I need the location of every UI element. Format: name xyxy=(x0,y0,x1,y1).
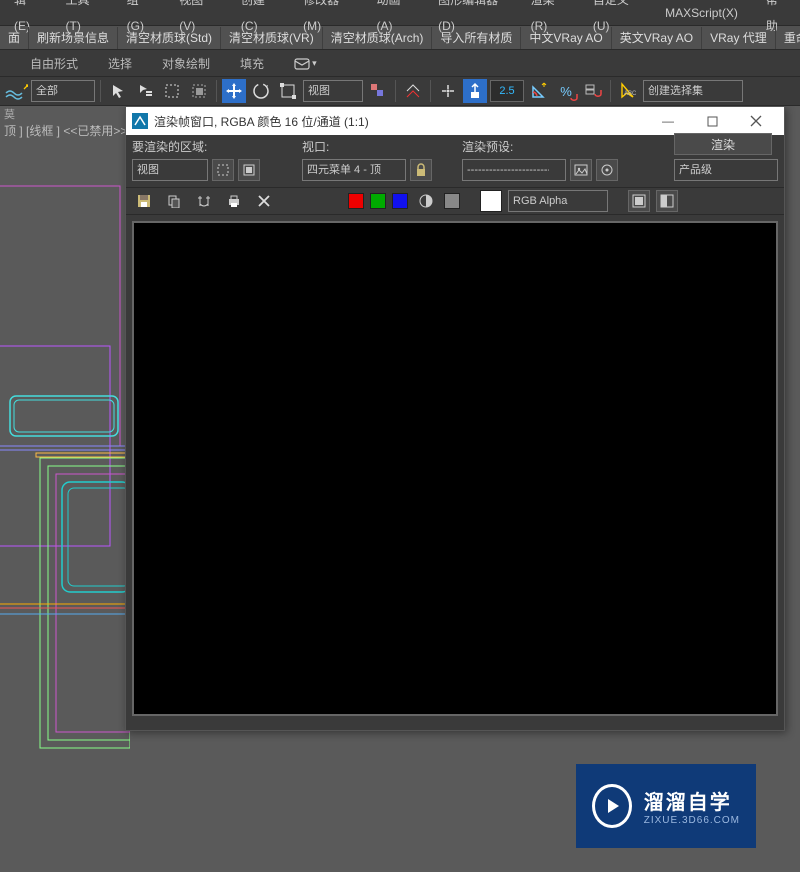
angle-snap-icon[interactable] xyxy=(527,79,551,103)
bg-swatch[interactable] xyxy=(480,190,502,212)
copy-icon[interactable] xyxy=(162,189,186,213)
select-icon[interactable] xyxy=(106,79,130,103)
overlay-a-icon[interactable] xyxy=(628,190,650,212)
snap-3d-icon[interactable] xyxy=(463,79,487,103)
save-icon[interactable] xyxy=(132,189,156,213)
play-icon xyxy=(592,784,632,828)
tb-en-ao[interactable]: 英文VRay AO xyxy=(612,27,702,49)
snap-toggle-icon[interactable] xyxy=(436,79,460,103)
mono-icon[interactable] xyxy=(444,193,460,209)
render-tool-row: RGB Alpha xyxy=(126,187,784,215)
app-icon xyxy=(132,113,148,129)
rb-select[interactable]: 选择 xyxy=(108,55,132,72)
watermark-badge: 溜溜自学 ZIXUE.3D66.COM xyxy=(576,764,756,848)
script-toolbar: 面 刷新场景信息 清空材质球(Std) 清空材质球(VR) 清空材质球(Arch… xyxy=(0,26,800,50)
preset-label: 渲染预设: xyxy=(462,138,632,155)
iso-icon[interactable] xyxy=(4,79,28,103)
window-cross-icon[interactable] xyxy=(187,79,211,103)
selection-filter[interactable]: 全部 xyxy=(31,80,95,102)
named-sel-icon[interactable]: ABC xyxy=(616,79,640,103)
main-toolbar: 全部 视图 2.5 % ABC 创建选择集 xyxy=(0,76,800,106)
crop-icon[interactable] xyxy=(238,159,260,181)
scale-icon[interactable] xyxy=(276,79,300,103)
close-button[interactable] xyxy=(734,107,778,135)
channel-green[interactable] xyxy=(370,193,386,209)
badge-title: 溜溜自学 xyxy=(644,786,740,815)
lock-icon[interactable] xyxy=(410,159,432,181)
percent-snap-icon[interactable]: % xyxy=(554,79,578,103)
alpha-icon[interactable] xyxy=(414,189,438,213)
window-title: 渲染帧窗口, RGBA 颜色 16 位/通道 (1:1) xyxy=(154,113,646,130)
pivot-icon[interactable] xyxy=(366,79,390,103)
menu-bar: 辑(E) 工具(T) 组(G) 视图(V) 创建(C) 修改器(M) 动画(A)… xyxy=(0,0,800,26)
svg-text:ABC: ABC xyxy=(624,91,637,97)
tb-cn-ao[interactable]: 中文VRay AO xyxy=(521,27,611,49)
viewport-sel-label: 视口: xyxy=(302,138,452,155)
rb-gear-icon[interactable]: ▾ xyxy=(294,56,317,70)
move-icon[interactable] xyxy=(222,79,246,103)
render-output-canvas[interactable] xyxy=(132,221,778,716)
tb-refresh[interactable]: 刷新场景信息 xyxy=(29,27,118,49)
area-label: 要渲染的区域: xyxy=(132,138,292,155)
render-frame-window: 渲染帧窗口, RGBA 颜色 16 位/通道 (1:1) — 要渲染的区域: 视… xyxy=(125,106,785,731)
badge-url: ZIXUE.3D66.COM xyxy=(644,815,740,826)
tb-rename[interactable]: 重命名 xyxy=(776,27,800,49)
area-select[interactable]: 视图 xyxy=(132,159,208,181)
angle-snap-value[interactable]: 2.5 xyxy=(490,80,524,102)
tb-import-mat[interactable]: 导入所有材质 xyxy=(432,27,521,49)
setup-icon[interactable] xyxy=(596,159,618,181)
rb-fill[interactable]: 填充 xyxy=(240,55,264,72)
named-sel-set[interactable]: 创建选择集 xyxy=(643,80,743,102)
prod-select[interactable]: 产品级 xyxy=(674,159,778,181)
print-icon[interactable] xyxy=(222,189,246,213)
viewport-wireframe xyxy=(0,106,130,872)
tb-vray-proxy[interactable]: VRay 代理 xyxy=(702,27,776,49)
channel-select[interactable]: RGB Alpha xyxy=(508,190,608,212)
output-icon[interactable] xyxy=(570,159,592,181)
channel-blue[interactable] xyxy=(392,193,408,209)
tb-clear-std[interactable]: 清空材质球(Std) xyxy=(118,27,221,49)
window-titlebar[interactable]: 渲染帧窗口, RGBA 颜色 16 位/通道 (1:1) — xyxy=(126,107,784,135)
rotate-icon[interactable] xyxy=(249,79,273,103)
spinner-snap-icon[interactable] xyxy=(581,79,605,103)
clone-icon[interactable] xyxy=(192,189,216,213)
minimize-button[interactable]: — xyxy=(646,107,690,135)
render-options-row: 要渲染的区域: 视图 视口: 四元菜单 4 - 顶 渲染预设: --------… xyxy=(126,135,784,187)
rb-objpaint[interactable]: 对象绘制 xyxy=(162,55,210,72)
region-icon[interactable] xyxy=(212,159,234,181)
viewport-area: 莫 顶 ] [线框 ] <<已禁用>> 渲染帧窗口, RGBA 颜色 16 位/… xyxy=(0,106,800,872)
maximize-button[interactable] xyxy=(690,107,734,135)
tb-clear-arch[interactable]: 清空材质球(Arch) xyxy=(323,27,433,49)
preset-select[interactable]: ----------------------- xyxy=(462,159,566,181)
rect-select-icon[interactable] xyxy=(160,79,184,103)
viewport-select[interactable]: 四元菜单 4 - 顶 xyxy=(302,159,406,181)
overlay-b-icon[interactable] xyxy=(656,190,678,212)
manip-icon[interactable] xyxy=(401,79,425,103)
rb-freeform[interactable]: 自由形式 xyxy=(30,55,78,72)
ref-coord[interactable]: 视图 xyxy=(303,80,363,102)
ribbon-bar: 自由形式 选择 对象绘制 填充 ▾ xyxy=(0,50,800,76)
tb-face[interactable]: 面 xyxy=(0,27,29,49)
render-button[interactable]: 渲染 xyxy=(674,133,772,155)
select-list-icon[interactable] xyxy=(133,79,157,103)
tb-clear-vr[interactable]: 清空材质球(VR) xyxy=(221,27,323,49)
menu-maxscript[interactable]: MAXScript(X) xyxy=(651,0,752,26)
channel-red[interactable] xyxy=(348,193,364,209)
clear-icon[interactable] xyxy=(252,189,276,213)
